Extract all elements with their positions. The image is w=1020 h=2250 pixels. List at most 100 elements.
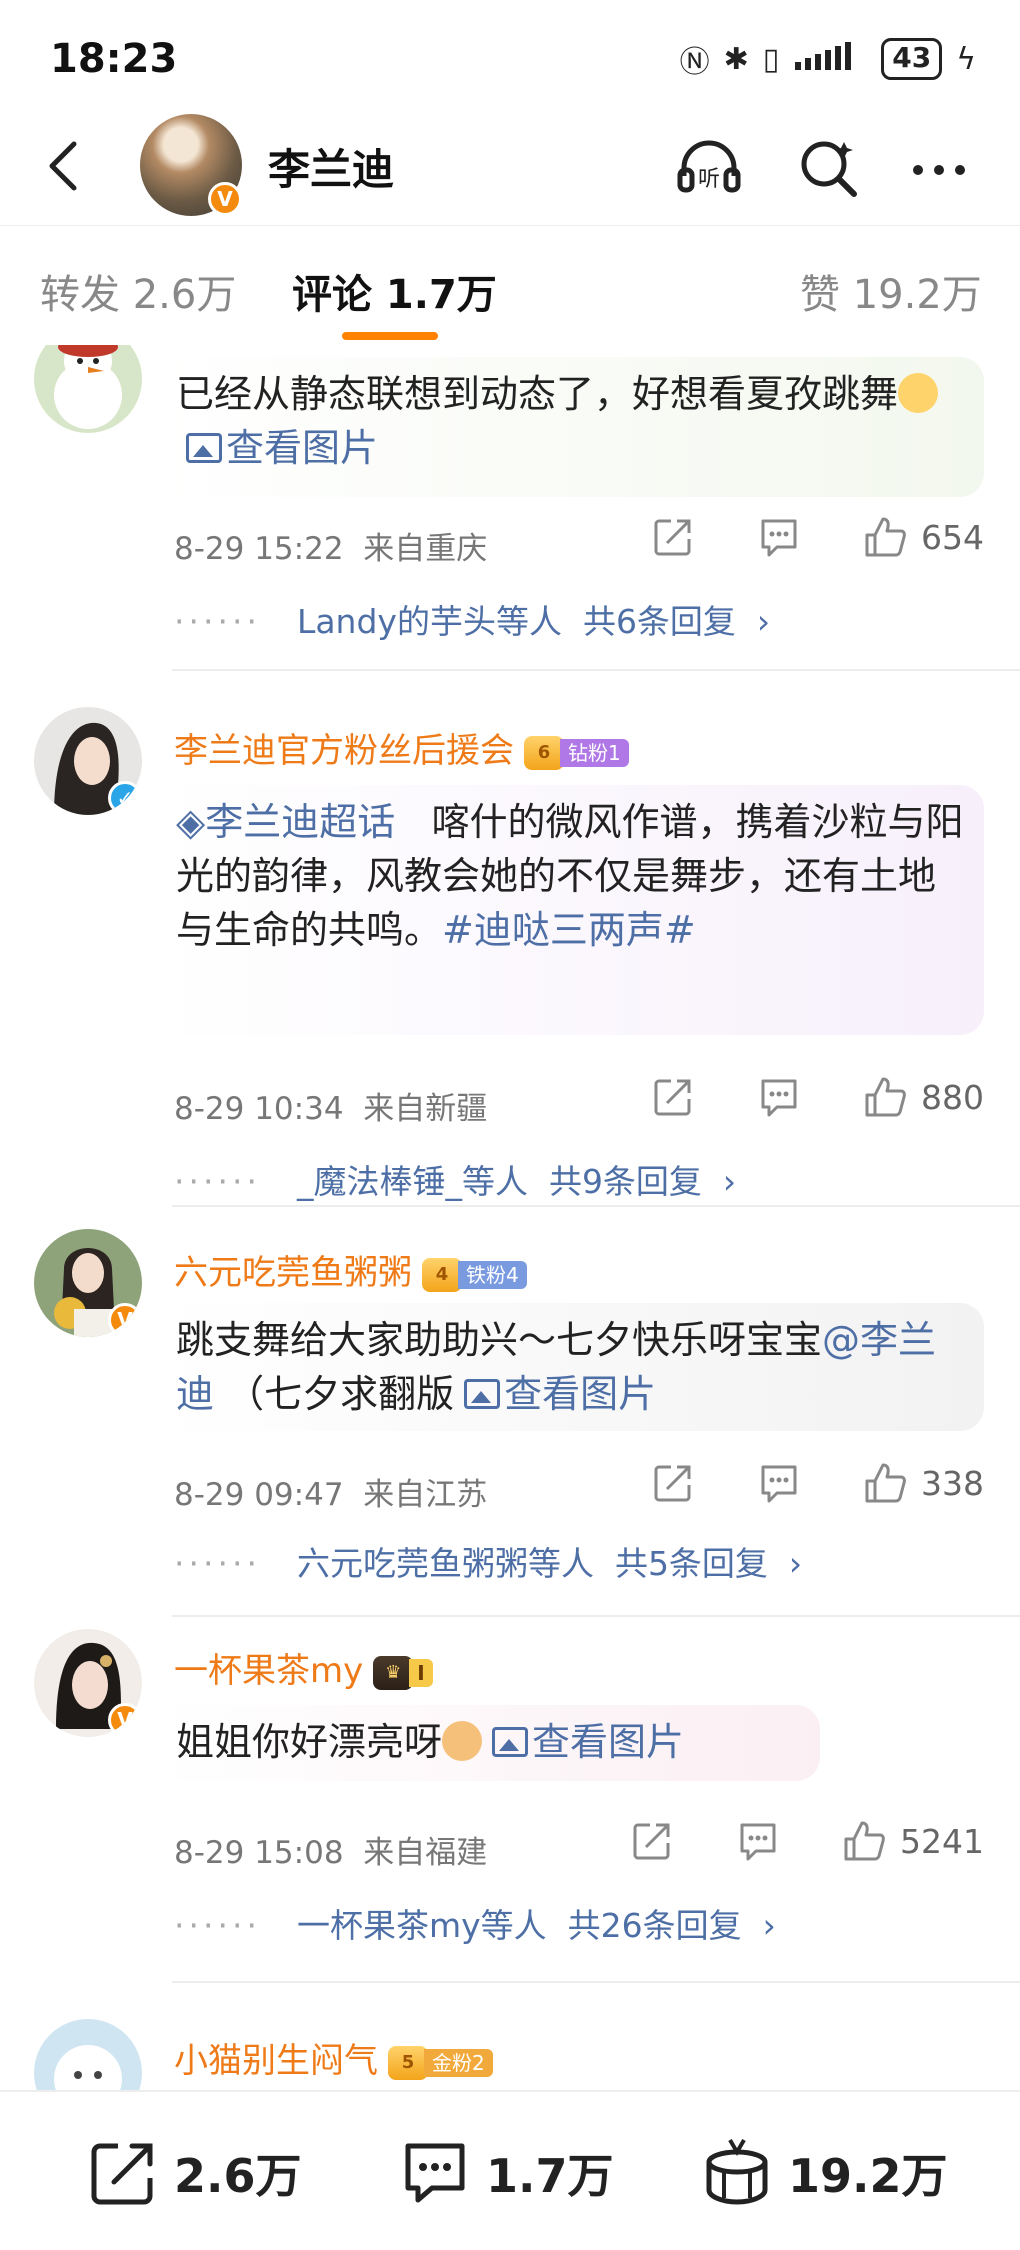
fan-badge: ♛ I <box>373 1655 433 1690</box>
emoji-icon <box>898 373 939 413</box>
status-icons: Ⓝ ✱ ▯ 43 ϟ <box>680 38 976 80</box>
listen-icon[interactable]: 听 <box>676 134 742 200</box>
comment-icon[interactable] <box>736 1819 780 1863</box>
comment-item: V 六元吃莞鱼粥粥 4 铁粉4 跳支舞给大家助助兴～七夕快乐呀宝宝@李兰迪 （七夕求… <box>0 1207 1020 1617</box>
comment-actions: 654 <box>589 515 984 559</box>
status-time: 18:23 <box>50 36 178 82</box>
comment-actions: 5241 <box>568 1819 984 1863</box>
charging-icon: ϟ <box>956 41 976 77</box>
svg-text:听: 听 <box>698 167 720 192</box>
commenter-avatar[interactable]: V <box>34 1229 142 1337</box>
comment-actions: 338 <box>589 1461 984 1505</box>
status-bar: 18:23 Ⓝ ✱ ▯ 43 ϟ <box>0 0 1020 118</box>
comment-item: 小猫别生闷气 5 金粉2 <box>0 2009 1020 2090</box>
comment-bubble[interactable]: 已经从静态联想到动态了，好想看夏孜跳舞查看图片 <box>160 357 984 497</box>
crown-icon: ♛ <box>373 1655 414 1690</box>
vibrate-icon: ▯ <box>762 41 780 77</box>
comment-button[interactable]: 1.7万 <box>398 2136 614 2210</box>
commenter-name[interactable]: 一杯果茶my ♛ I <box>174 1643 433 1692</box>
commenter-avatar[interactable] <box>34 345 142 433</box>
view-image-link[interactable]: 查看图片 <box>226 426 378 470</box>
comment-icon <box>405 2143 465 2203</box>
share-icon[interactable] <box>651 1075 695 1119</box>
comment-list: 已经从静态联想到动态了，好想看夏孜跳舞查看图片 8-29 15:22 来自重庆 … <box>0 345 1020 2090</box>
fan-badge: 6 钻粉1 <box>524 735 629 770</box>
emoji-icon <box>442 1721 483 1761</box>
author-name[interactable]: 李兰迪 <box>268 136 394 197</box>
back-icon[interactable] <box>36 136 96 196</box>
drum-like-icon <box>706 2138 768 2205</box>
nfc-icon: Ⓝ <box>679 45 710 80</box>
comment-time: 8-29 10:34 <box>174 1091 344 1127</box>
comment-time: 8-29 15:22 <box>174 531 344 567</box>
tabs: 转发 2.6万 评论 1.7万 赞 19.2万 <box>0 225 1020 345</box>
share-icon[interactable] <box>651 515 695 559</box>
divider <box>172 669 1020 671</box>
commenter-name[interactable]: 李兰迪官方粉丝后援会 6 钻粉1 <box>174 723 629 772</box>
like-icon[interactable] <box>842 1819 886 1863</box>
verified-badge-icon: V <box>108 1303 142 1337</box>
commenter-name[interactable]: 六元吃莞鱼粥粥 4 铁粉4 <box>174 1245 527 1294</box>
comment-meta: 8-29 09:47 来自江苏 <box>174 1469 487 1514</box>
view-image-link[interactable]: 查看图片 <box>504 1372 656 1416</box>
comment-location: 来自福建 <box>363 1835 488 1871</box>
verified-badge-icon: V <box>108 1703 142 1737</box>
crown-icon: 6 <box>524 735 564 770</box>
topic-link[interactable]: ◈李兰迪超话 <box>176 800 395 844</box>
comment-icon[interactable] <box>757 515 801 559</box>
comment-time: 8-29 09:47 <box>174 1477 344 1513</box>
comment-text: 已经从静态联想到动态了，好想看夏孜跳舞 <box>176 372 899 416</box>
comment-text: 跳支舞给大家助助兴～七夕快乐呀宝宝 <box>176 1318 823 1362</box>
repost-icon <box>91 2143 153 2205</box>
commenter-avatar[interactable]: ✓ <box>34 707 142 815</box>
comment-location: 来自新疆 <box>363 1091 488 1127</box>
comment-meta: 8-29 10:34 来自新疆 <box>174 1083 487 1128</box>
author-avatar[interactable]: V <box>140 114 242 216</box>
like-count: 5241 <box>900 1821 984 1861</box>
share-icon[interactable] <box>651 1461 695 1505</box>
commenter-name[interactable]: 小猫别生闷气 5 金粉2 <box>174 2033 493 2082</box>
commenter-avatar[interactable]: V <box>34 1629 142 1737</box>
comment-text: 姐姐你好漂亮呀 <box>176 1720 443 1764</box>
comment-icon[interactable] <box>757 1075 801 1119</box>
divider <box>172 1981 1020 1983</box>
verified-badge-icon: ✓ <box>108 781 142 815</box>
comment-bubble[interactable]: 跳支舞给大家助助兴～七夕快乐呀宝宝@李兰迪 （七夕求翻版 查看图片 <box>160 1303 984 1431</box>
bottom-action-bar: 2.6万 1.7万 19.2万 <box>0 2090 1020 2250</box>
view-replies[interactable]: ······ 一杯果茶my等人 共26条回复 › <box>174 1899 776 1947</box>
comment-item: V 一杯果茶my ♛ I 姐姐你好漂亮呀 查看图片 8-29 15:08 来自福建 5… <box>0 1617 1020 2017</box>
view-replies[interactable]: ······ 六元吃莞鱼粥粥等人 共5条回复 › <box>174 1537 802 1585</box>
comment-actions: 880 <box>589 1075 984 1119</box>
like-icon[interactable] <box>863 1461 907 1505</box>
comment-bubble[interactable]: 姐姐你好漂亮呀 查看图片 <box>160 1705 820 1781</box>
view-image-link[interactable]: 查看图片 <box>532 1720 684 1764</box>
like-count: 338 <box>921 1463 984 1503</box>
fan-badge: 5 金粉2 <box>388 2045 493 2080</box>
like-icon[interactable] <box>863 515 907 559</box>
share-icon[interactable] <box>630 1819 674 1863</box>
search-icon[interactable] <box>796 134 862 200</box>
like-count: 880 <box>921 1077 984 1117</box>
repost-button[interactable]: 2.6万 <box>86 2136 302 2210</box>
tab-active-indicator <box>342 332 438 340</box>
comment-icon[interactable] <box>757 1461 801 1505</box>
image-icon <box>492 1727 529 1757</box>
like-button[interactable]: 19.2万 <box>700 2136 948 2210</box>
fan-badge: 4 铁粉4 <box>422 1257 527 1292</box>
more-icon[interactable] <box>906 134 972 200</box>
comment-item: ✓ 李兰迪官方粉丝后援会 6 钻粉1 ◈李兰迪超话 喀什的微风作谱，携着沙粒与阳光的… <box>0 685 1020 1207</box>
image-icon <box>464 1379 501 1409</box>
header: V 李兰迪 听 <box>0 110 1020 228</box>
commenter-avatar[interactable] <box>34 2019 142 2090</box>
tab-likes[interactable]: 赞 19.2万 <box>800 262 982 320</box>
tab-comments[interactable]: 评论 1.7万 <box>292 262 497 320</box>
hashtag-link[interactable]: #迪哒三两声# <box>442 908 696 952</box>
bluetooth-icon: ✱ <box>723 41 749 77</box>
view-replies[interactable]: ······ Landy的芋头等人 共6条回复 › <box>174 595 770 643</box>
tab-repost[interactable]: 转发 2.6万 <box>40 262 236 320</box>
like-count: 654 <box>921 517 984 557</box>
comment-bubble[interactable]: ◈李兰迪超话 喀什的微风作谱，携着沙粒与阳光的韵律，风教会她的不仅是舞步，还有土… <box>160 785 984 1035</box>
like-icon[interactable] <box>863 1075 907 1119</box>
battery-indicator: 43 <box>881 38 943 80</box>
view-replies[interactable]: ······ _魔法棒锤_等人 共9条回复 › <box>174 1155 736 1203</box>
